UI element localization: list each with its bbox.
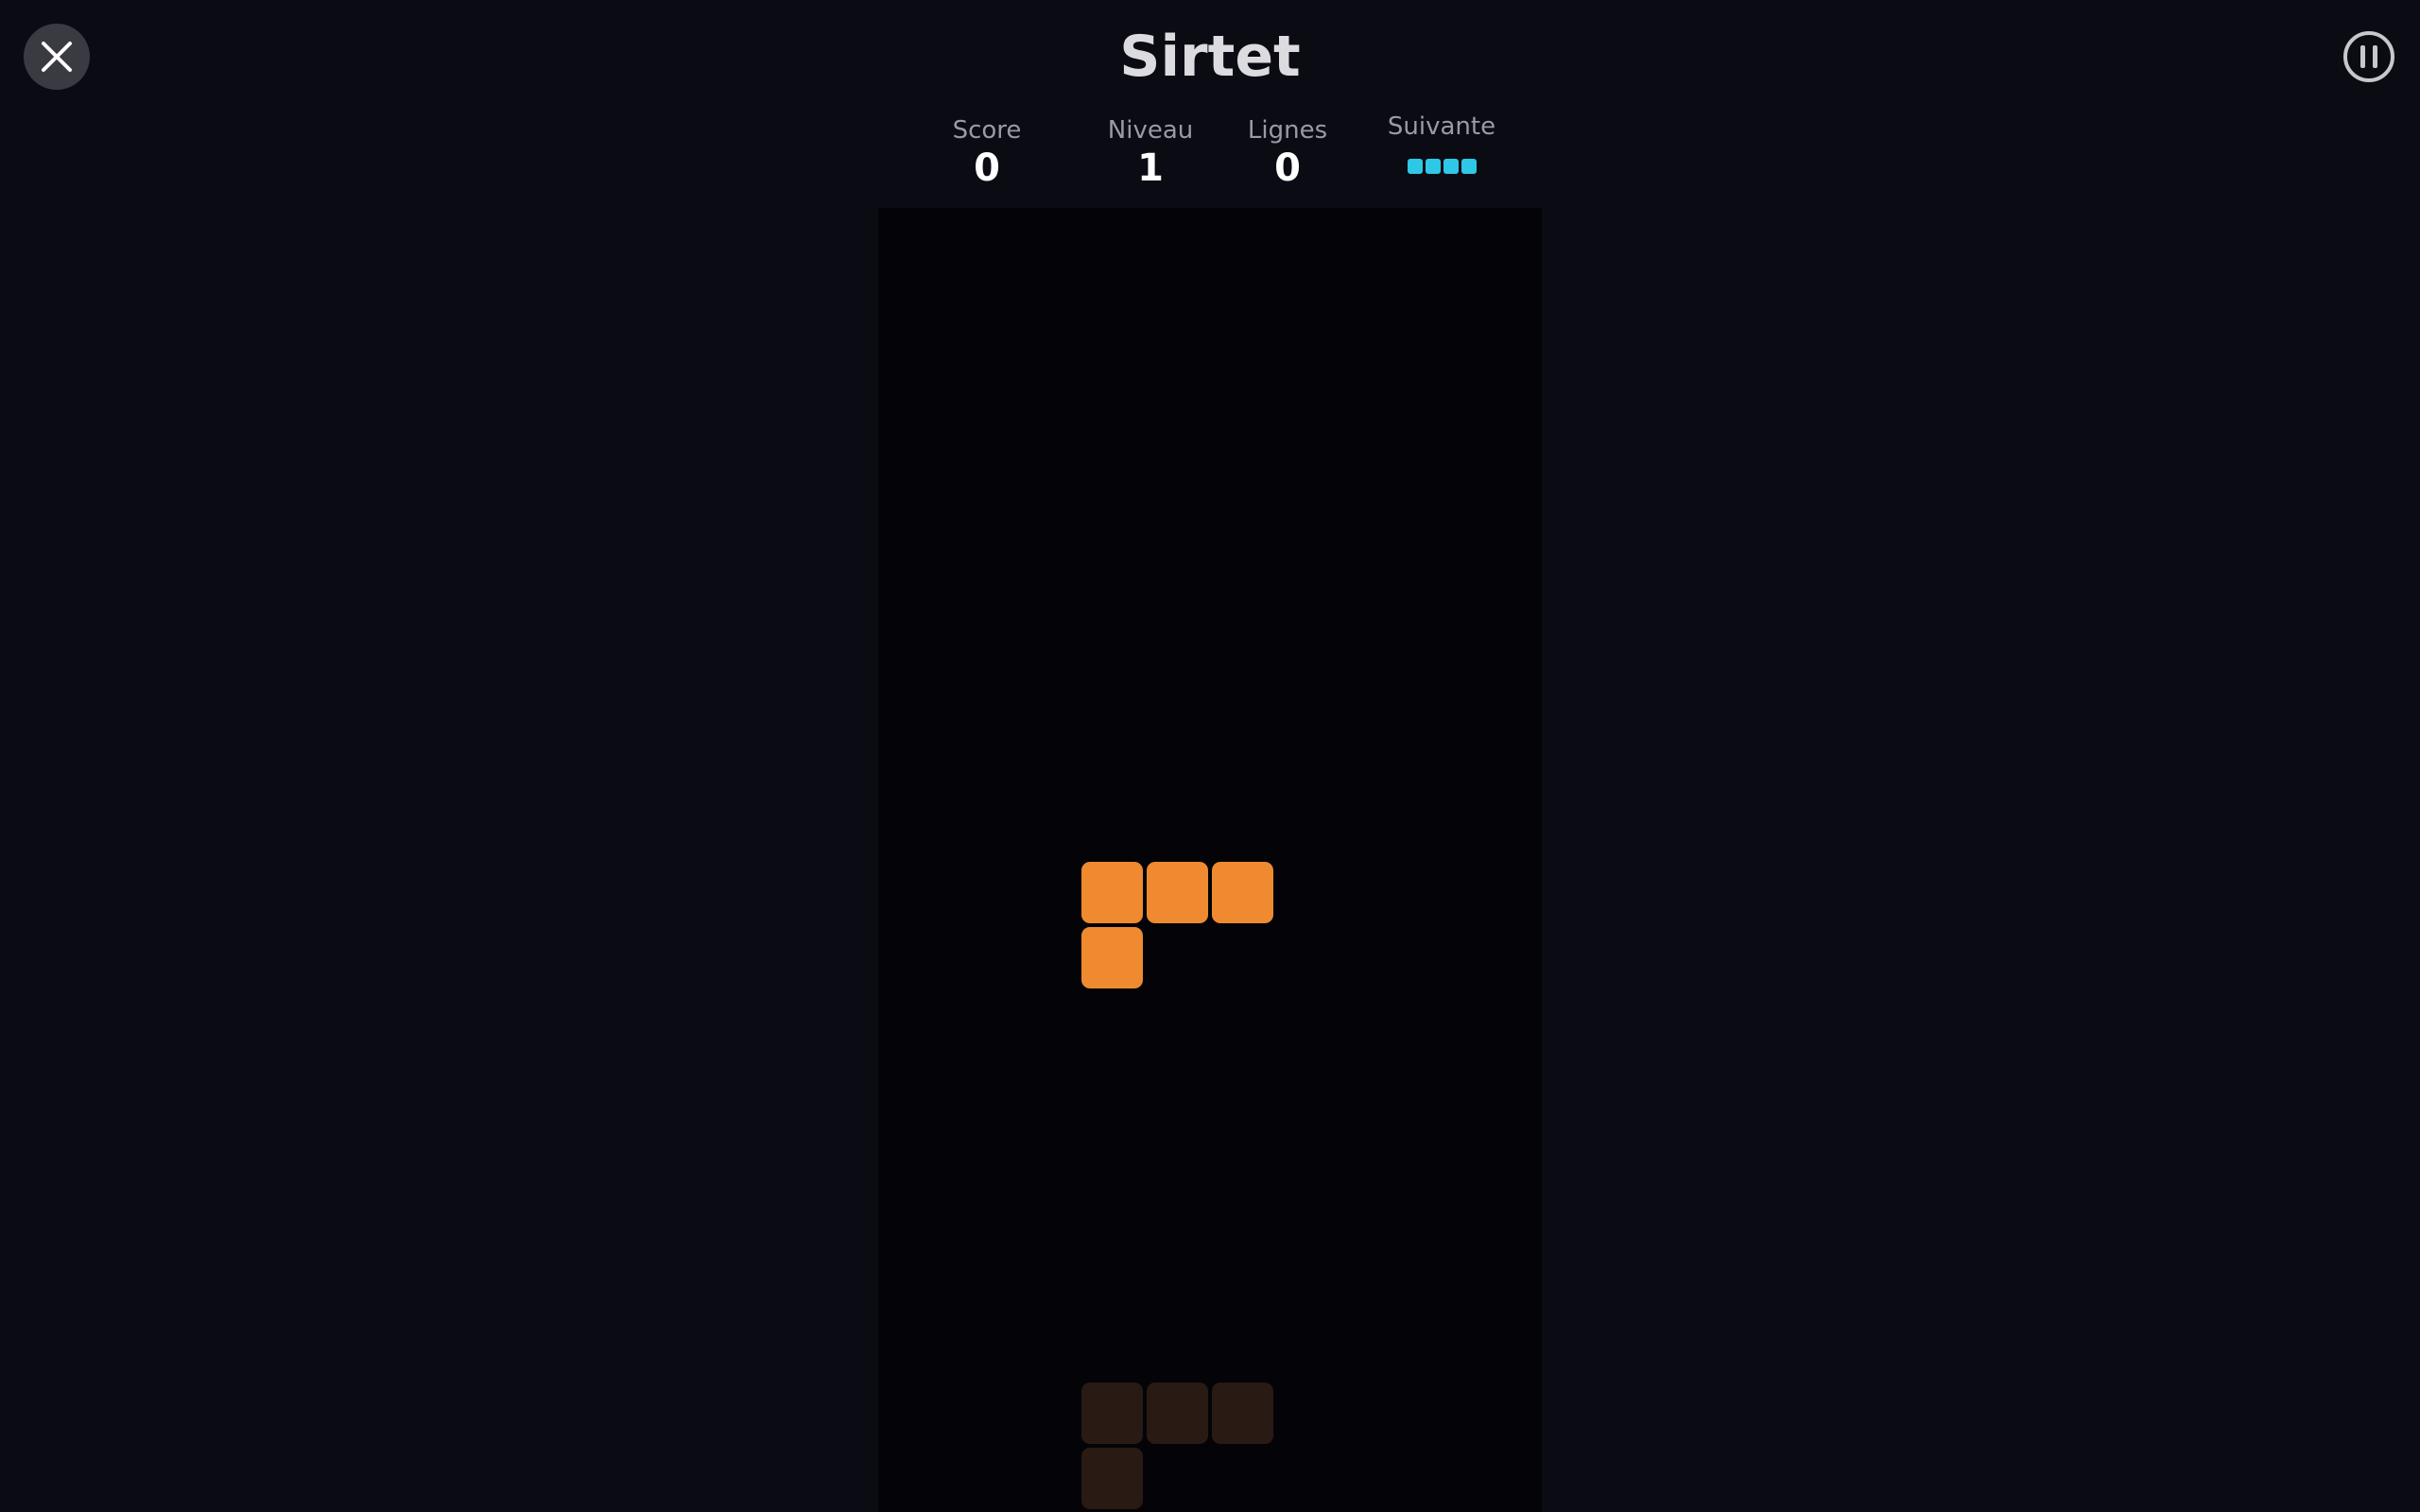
ghost-piece-cell: [1147, 1383, 1208, 1444]
score-label: Score: [952, 116, 1022, 145]
ghost-piece-cell: [1212, 1383, 1273, 1444]
score-stat: Score 0: [892, 115, 1081, 191]
pause-icon: [2343, 31, 2394, 82]
ghost-piece-cell: [1081, 1383, 1143, 1444]
next-piece-cell: [1443, 159, 1459, 174]
active-piece-cell: [1147, 862, 1208, 923]
next-piece-cell: [1407, 159, 1423, 174]
next-piece-preview: [1347, 159, 1536, 174]
active-piece-cell: [1081, 927, 1143, 988]
next-label: Suivante: [1387, 112, 1496, 141]
ghost-piece-cell: [1081, 1448, 1143, 1509]
active-piece-cell: [1212, 862, 1273, 923]
game-screen: Sirtet Score 0 Niveau 1 Lignes 0 Suivant…: [0, 0, 2420, 1512]
pause-button[interactable]: [2342, 29, 2396, 84]
score-value: 0: [974, 146, 1000, 190]
next-piece-cell: [1425, 159, 1441, 174]
game-board[interactable]: [878, 208, 1542, 1512]
next-piece-stat: Suivante: [1347, 112, 1536, 174]
next-piece-cell: [1461, 159, 1477, 174]
game-title: Sirtet: [1119, 24, 1301, 90]
active-piece-cell: [1081, 862, 1143, 923]
